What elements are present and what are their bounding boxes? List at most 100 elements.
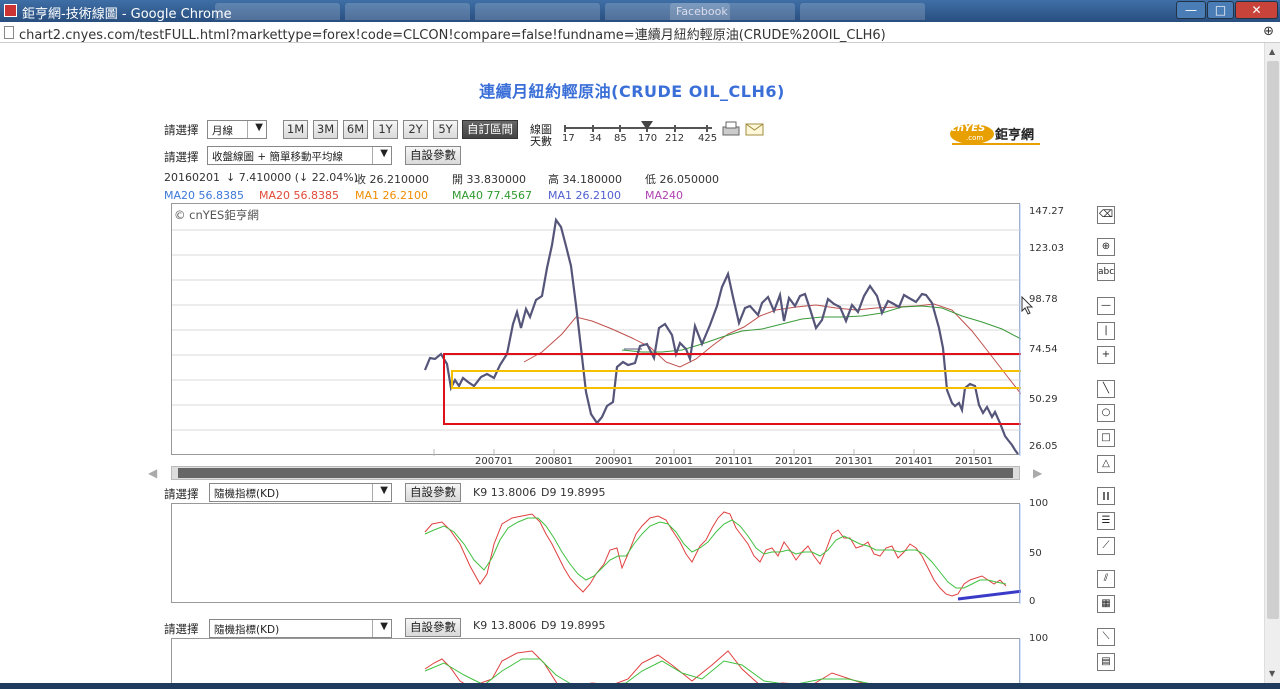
scroll-right-icon[interactable]: ▶ — [1033, 466, 1042, 480]
triangle-tool[interactable]: △ — [1097, 455, 1115, 473]
trend-line-blue — [957, 589, 1021, 601]
x-axis-ticks — [433, 449, 975, 456]
page-icon — [4, 26, 14, 39]
vertical-line-tool[interactable]: | — [1097, 322, 1115, 340]
window-titlebar: 鉅亨網-技術線圖 - Google Chrome Facebook — □ ✕ — [0, 0, 1280, 22]
scroll-left-icon[interactable]: ◀ — [148, 466, 157, 480]
bars-tool[interactable]: ▤ — [1097, 653, 1115, 671]
eraser-tool[interactable]: ⌫ — [1097, 206, 1115, 224]
mouse-cursor-icon — [1021, 296, 1034, 315]
ma-legend-item: MA20 56.8385 — [164, 189, 244, 202]
quote-open: 開 33.830000 — [452, 173, 526, 186]
crosshair-icon: + — [1101, 349, 1111, 360]
scroll-up-icon[interactable]: ▲ — [1269, 47, 1275, 56]
url-text[interactable]: chart2.cnyes.com/testFULL.html?markettyp… — [19, 24, 886, 43]
crosshair-tool[interactable]: + — [1097, 346, 1115, 364]
chart-type-select[interactable]: 收盤線圖 + 簡單移動平均線 ▼ — [207, 146, 392, 165]
page-scrollbar[interactable]: ▲ ▼ — [1264, 43, 1280, 683]
vertical-line-icon: | — [1104, 325, 1108, 336]
day-tick: 212 — [665, 133, 685, 144]
grid-lines-tool[interactable]: ☰ — [1097, 512, 1115, 530]
day-tick: 425 — [698, 133, 718, 144]
indicator1-select[interactable]: 隨機指標(KD) ▼ — [209, 483, 392, 502]
logo-badge: cnYES — [951, 123, 986, 134]
indicator1-select-label: 請選擇 — [164, 487, 199, 501]
app-icon — [4, 4, 17, 17]
bars-icon: ▤ — [1101, 656, 1111, 667]
ma-legend-item: MA20 56.8385 — [259, 189, 339, 202]
pattern-icon: ▦ — [1101, 598, 1111, 609]
period-button-1m[interactable]: 1M — [283, 120, 308, 139]
scrollbar-thumb[interactable] — [1267, 61, 1279, 619]
fibonacci-tool[interactable]: ‖‖ — [1097, 487, 1115, 505]
period-button-6m[interactable]: 6M — [343, 120, 368, 139]
kd-y-tick: 50 — [1029, 548, 1042, 559]
day-tick: 170 — [638, 133, 658, 144]
zoom-in-tool[interactable]: ⊕ — [1097, 238, 1115, 256]
ma-legend-item: MA1 26.2100 — [355, 189, 428, 202]
browser-tab-facebook[interactable]: Facebook — [670, 3, 795, 20]
chevron-down-icon: ▼ — [380, 485, 388, 496]
range-scroller[interactable] — [171, 466, 1020, 480]
horizontal-line-icon: — — [1101, 300, 1111, 311]
speed-lines-icon: ⫽ — [1103, 573, 1109, 584]
minimize-button[interactable]: — — [1176, 1, 1206, 19]
text-icon: abc — [1098, 267, 1115, 277]
address-bar[interactable]: chart2.cnyes.com/testFULL.html?markettyp… — [0, 22, 1280, 43]
kd-chart-svg — [424, 504, 1021, 604]
browser-tab[interactable] — [215, 3, 340, 20]
browser-tab[interactable] — [345, 3, 470, 20]
period-select[interactable]: 月線 ▼ — [207, 120, 267, 139]
text-tool[interactable]: abc — [1097, 263, 1115, 281]
page-title: 連續月紐約輕原油(CRUDE OIL_CLH6) — [479, 82, 785, 101]
print-icon[interactable] — [721, 120, 741, 138]
indicator1-param-button[interactable]: 自設參數 — [405, 483, 461, 502]
logo-name: 鉅亨網 — [995, 128, 1035, 143]
fan-tool[interactable]: ⟋ — [1097, 537, 1115, 555]
fibonacci-icon: ‖‖ — [1102, 491, 1110, 500]
browser-tab[interactable] — [800, 3, 925, 20]
speed-lines-tool[interactable]: ⫽ — [1097, 570, 1115, 588]
scroll-down-icon[interactable]: ▼ — [1269, 669, 1275, 678]
period-button-2y[interactable]: 2Y — [403, 120, 428, 139]
period-button-custom[interactable]: 自訂區間 — [462, 120, 518, 139]
pitchfork-tool[interactable]: ⟍ — [1097, 628, 1115, 646]
pattern-tool[interactable]: ▦ — [1097, 595, 1115, 613]
indicator1-d-value: D9 19.8995 — [541, 486, 606, 499]
close-button[interactable]: ✕ — [1235, 1, 1278, 19]
trend-line-tool[interactable]: ╲ — [1097, 380, 1115, 398]
zoom-icon[interactable]: ⊕ — [1263, 24, 1274, 39]
kd-indicator-chart-2[interactable] — [171, 638, 1021, 689]
kd-d-line — [424, 517, 1007, 589]
y-tick: 26.05 — [1029, 441, 1058, 452]
range-scroller-handle[interactable] — [178, 468, 1013, 478]
quote-change: ↓ 7.410000 (↓ 22.04%) — [226, 171, 358, 184]
indicator2-param-button[interactable]: 自設參數 — [405, 618, 461, 637]
select-separator — [372, 147, 373, 164]
email-icon[interactable] — [745, 123, 765, 137]
period-button-3m[interactable]: 3M — [313, 120, 338, 139]
rectangle-tool[interactable]: □ — [1097, 429, 1115, 447]
kd2-y-tick: 100 — [1029, 633, 1049, 644]
triangle-icon: △ — [1102, 458, 1110, 469]
day-tick: 17 — [562, 133, 575, 144]
kd-indicator-chart[interactable] — [171, 503, 1021, 604]
y-tick: 123.03 — [1029, 243, 1064, 254]
ellipse-tool[interactable]: ○ — [1097, 404, 1115, 422]
cnyes-logo[interactable]: cnYES .com 鉅亨網 — [942, 122, 1042, 146]
kd-y-tick: 100 — [1029, 498, 1049, 509]
browser-tab[interactable] — [475, 3, 600, 20]
chevron-down-icon: ▼ — [380, 621, 388, 632]
horizontal-line-tool[interactable]: — — [1097, 297, 1115, 315]
price-gridlines — [172, 229, 1021, 431]
period-button-1y[interactable]: 1Y — [373, 120, 398, 139]
chart-type-select-label: 請選擇 — [164, 150, 199, 164]
maximize-button[interactable]: □ — [1207, 1, 1234, 19]
period-select-label: 請選擇 — [164, 123, 199, 137]
os-taskbar — [0, 683, 1280, 689]
custom-param-button[interactable]: 自設參數 — [405, 146, 461, 165]
main-price-chart[interactable]: © cnYES鉅亨網 — [171, 203, 1021, 456]
period-button-5y[interactable]: 5Y — [433, 120, 458, 139]
chart-type-select-value: 收盤線圖 + 簡單移動平均線 — [212, 151, 343, 163]
indicator2-select[interactable]: 隨機指標(KD) ▼ — [209, 619, 392, 638]
